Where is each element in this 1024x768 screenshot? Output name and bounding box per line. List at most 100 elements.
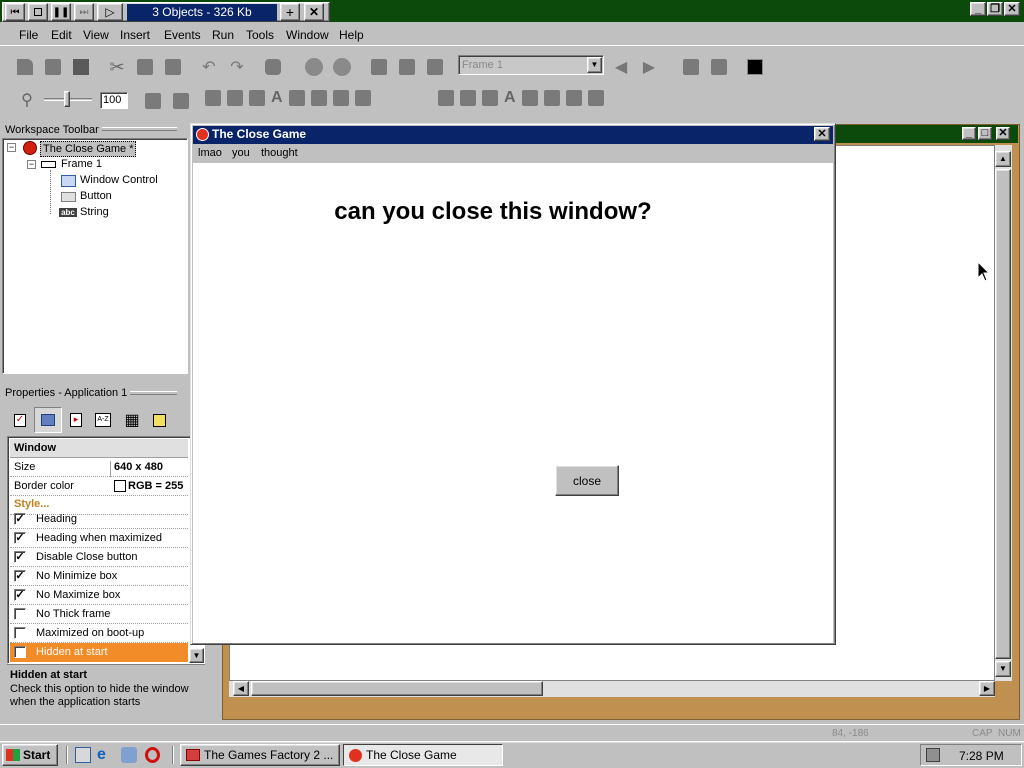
comment-icon[interactable]	[262, 56, 284, 78]
active-object-icon[interactable]	[227, 90, 243, 106]
bubble-object-icon[interactable]	[205, 90, 221, 106]
option-no-maximize[interactable]: ✓ No Maximize box	[10, 586, 188, 605]
counter-object-icon[interactable]	[332, 90, 349, 106]
forward-icon[interactable]	[331, 56, 353, 78]
grip-icon[interactable]	[102, 127, 177, 131]
game-close-action-button[interactable]: close	[555, 465, 619, 496]
redo-icon[interactable]: ↷	[226, 56, 248, 78]
frame-maximize-button[interactable]: □	[978, 127, 992, 140]
menu-file[interactable]: File	[19, 28, 38, 42]
restore-button[interactable]: ❐	[987, 2, 1003, 16]
zoom-icon[interactable]: ⚲	[16, 89, 38, 111]
step-back-button[interactable]: ⏮	[5, 3, 25, 21]
option-hidden-at-start[interactable]: Hidden at start	[10, 643, 188, 662]
event-editor-icon[interactable]	[424, 56, 446, 78]
grip-icon[interactable]	[130, 391, 177, 395]
checkbox[interactable]: ✓	[14, 513, 26, 525]
border-color-value[interactable]: RGB = 255	[128, 480, 183, 492]
grid-object-icon[interactable]	[521, 90, 538, 106]
settings-tab-icon[interactable]: ✓	[9, 409, 31, 431]
backdrop-object-icon[interactable]	[587, 90, 604, 106]
layout-icon-2[interactable]	[170, 90, 192, 112]
menu-events[interactable]: Events	[164, 28, 201, 42]
browser-icon[interactable]: e	[97, 746, 106, 764]
tree-app[interactable]: The Close Game *	[40, 141, 137, 157]
play-button[interactable]: ▷	[97, 3, 123, 21]
game-menu-thought[interactable]: thought	[261, 147, 298, 159]
volume-icon[interactable]	[926, 748, 940, 762]
taskbar-games-factory[interactable]: The Games Factory 2 ...	[180, 744, 340, 766]
film-object-icon[interactable]	[482, 90, 498, 106]
active-object-icon[interactable]	[460, 90, 476, 106]
option-no-thick-frame[interactable]: No Thick frame	[10, 605, 188, 624]
frame-close-button[interactable]: ✕	[996, 127, 1010, 140]
scroll-down-button[interactable]: ▼	[995, 661, 1011, 677]
window-tab-icon[interactable]	[34, 407, 62, 433]
back-icon[interactable]	[303, 56, 325, 78]
tree-button[interactable]: Button	[80, 190, 112, 202]
layout-icon-1[interactable]	[142, 90, 164, 112]
chevron-down-icon[interactable]: ▼	[587, 57, 602, 73]
tree-string[interactable]: String	[80, 206, 109, 218]
backdrop-object-icon[interactable]	[354, 90, 371, 106]
step-forward-button[interactable]: ⏭	[74, 3, 94, 21]
checkbox[interactable]	[14, 646, 26, 658]
values-tab-icon[interactable]: A-Z	[92, 409, 114, 431]
properties-scroll-down[interactable]: ▼	[189, 648, 204, 663]
menu-window[interactable]: Window	[286, 28, 329, 42]
text-object-icon[interactable]: A	[504, 90, 516, 112]
grid-object-icon[interactable]	[288, 90, 305, 106]
option-heading-maximized[interactable]: ✓ Heading when maximized	[10, 529, 188, 548]
prev-frame-icon[interactable]: ◀	[610, 56, 632, 78]
bubble-object-icon[interactable]	[438, 90, 454, 106]
option-no-minimize[interactable]: ✓ No Minimize box	[10, 567, 188, 586]
checkbox[interactable]: ✓	[14, 589, 26, 601]
size-row[interactable]: Size 640 x 480	[10, 458, 188, 477]
about-tab-icon[interactable]	[148, 409, 170, 431]
checkbox[interactable]: ✓	[14, 551, 26, 563]
zoom-input[interactable]: 100	[100, 92, 128, 109]
film-object-icon[interactable]	[249, 90, 265, 106]
frame-minimize-button[interactable]: _	[962, 127, 976, 140]
copy-icon[interactable]	[134, 56, 156, 78]
paste-icon[interactable]	[162, 56, 184, 78]
zoom-slider-thumb[interactable]	[64, 91, 70, 107]
close-button[interactable]: ✕	[1004, 2, 1020, 16]
option-disable-close[interactable]: ✓ Disable Close button	[10, 548, 188, 567]
game-menu-lmao[interactable]: lmao	[198, 147, 222, 159]
minimize-button[interactable]: _	[970, 2, 986, 16]
open-folder-icon[interactable]	[42, 56, 64, 78]
menu-view[interactable]: View	[83, 28, 109, 42]
vertical-scrollbar[interactable]: ▲ ▼	[995, 145, 1012, 681]
expand-icon[interactable]: −	[7, 143, 16, 152]
window-icon[interactable]	[708, 56, 730, 78]
menu-run[interactable]: Run	[212, 28, 234, 42]
color-swatch[interactable]	[114, 480, 126, 492]
color-square-icon[interactable]	[744, 56, 766, 78]
cut-icon[interactable]: ✂	[106, 56, 128, 78]
frame-editor-icon[interactable]	[396, 56, 418, 78]
checkbox[interactable]	[14, 627, 26, 639]
pause-button[interactable]: ❚❚	[51, 3, 71, 21]
menu-insert[interactable]: Insert	[120, 28, 150, 42]
picture-object-icon[interactable]	[543, 90, 560, 106]
checkbox[interactable]	[14, 608, 26, 620]
size-value[interactable]: 640 x 480	[110, 461, 163, 477]
tree-frame[interactable]: Frame 1	[61, 158, 102, 170]
add-button[interactable]: +	[280, 3, 300, 21]
undo-icon[interactable]: ↶	[198, 56, 220, 78]
option-heading[interactable]: ✓ Heading	[10, 510, 188, 529]
stop-button[interactable]	[28, 3, 48, 21]
option-maximized-boot[interactable]: Maximized on boot-up	[10, 624, 188, 643]
frame-select[interactable]: Frame 1 ▼	[458, 55, 604, 75]
close-run-button[interactable]: ✕	[304, 3, 324, 21]
scroll-left-button[interactable]: ◀	[233, 681, 249, 696]
border-color-row[interactable]: Border color RGB = 255	[10, 477, 188, 496]
checkbox[interactable]: ✓	[14, 570, 26, 582]
menu-help[interactable]: Help	[339, 28, 364, 42]
scroll-thumb[interactable]	[995, 169, 1011, 659]
layer-icon[interactable]	[680, 56, 702, 78]
next-frame-icon[interactable]: ▶	[638, 56, 660, 78]
text-object-icon[interactable]: A	[271, 90, 283, 112]
expand-icon[interactable]: −	[27, 160, 36, 169]
